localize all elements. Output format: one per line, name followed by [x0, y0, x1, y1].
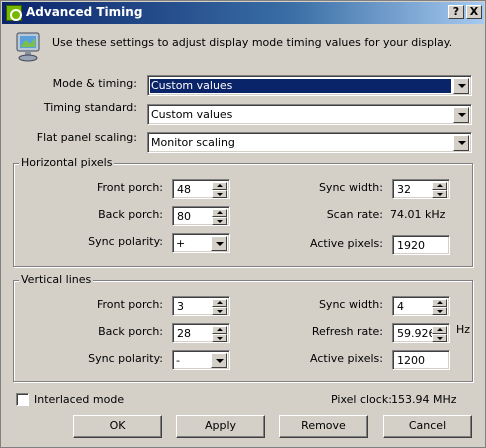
v-active-pixels-label: Active pixels: [310, 352, 383, 365]
v-back-porch-label: Back porch: [98, 325, 163, 338]
v-active-pixels-field[interactable]: 1200 [392, 350, 450, 370]
spin-down-icon[interactable] [432, 307, 447, 315]
spin-up-icon[interactable] [212, 182, 227, 190]
h-back-porch-spinner[interactable]: 80 [172, 206, 230, 226]
chevron-down-icon[interactable] [453, 107, 469, 123]
spin-up-icon[interactable] [432, 299, 447, 307]
apply-button[interactable]: Apply [176, 415, 265, 438]
v-front-porch-spinner[interactable]: 3 [172, 296, 230, 316]
v-back-porch-value: 28 [177, 327, 191, 340]
mode-timing-label: Mode & timing: [52, 77, 137, 90]
chevron-down-icon[interactable] [211, 236, 227, 251]
v-sync-width-label: Sync width: [318, 298, 383, 311]
flat-panel-scaling-label: Flat panel scaling: [36, 131, 137, 144]
pixel-clock-value: 153.94 MHz [391, 393, 457, 406]
spin-down-icon[interactable] [212, 307, 227, 315]
v-sync-polarity-label: Sync polarity: [88, 352, 163, 365]
v-back-porch-spinner[interactable]: 28 [172, 323, 230, 343]
h-sync-width-spinner[interactable]: 32 [392, 179, 450, 199]
spin-down-icon[interactable] [432, 334, 447, 342]
vertical-lines-title: Vertical lines [19, 273, 94, 287]
mode-timing-select[interactable]: Custom values [147, 75, 472, 96]
h-sync-width-label: Sync width: [318, 181, 383, 194]
v-sync-width-spinner[interactable]: 4 [392, 296, 450, 316]
h-front-porch-label: Front porch: [96, 181, 163, 194]
v-refresh-rate-spinner[interactable]: 59.926 [392, 323, 450, 343]
interlaced-checkbox[interactable] [16, 393, 29, 406]
h-active-pixels-field[interactable]: 1920 [392, 235, 450, 255]
v-refresh-rate-value: 59.926 [397, 327, 436, 340]
horizontal-pixels-title: Horizontal pixels [19, 156, 115, 170]
spin-up-icon[interactable] [432, 182, 447, 190]
v-active-pixels-value: 1200 [397, 354, 425, 367]
v-sync-polarity-select[interactable]: - [172, 350, 230, 370]
flat-panel-scaling-value: Monitor scaling [151, 136, 235, 149]
h-sync-width-value: 32 [397, 183, 411, 196]
advanced-timing-dialog: Advanced Timing ? X Use these settings t… [0, 0, 486, 448]
spin-down-icon[interactable] [212, 217, 227, 225]
timing-standard-value: Custom values [151, 108, 233, 121]
nvidia-logo-icon [6, 5, 22, 21]
v-front-porch-label: Front porch: [96, 298, 163, 311]
v-sync-polarity-value: - [176, 354, 180, 367]
spin-up-icon[interactable] [212, 326, 227, 334]
v-refresh-rate-unit: Hz [456, 323, 471, 336]
h-sync-polarity-select[interactable]: + [172, 233, 230, 253]
spin-up-icon[interactable] [212, 299, 227, 307]
flat-panel-scaling-select[interactable]: Monitor scaling [147, 132, 472, 153]
chevron-down-icon[interactable] [453, 135, 469, 151]
v-sync-width-value: 4 [397, 300, 404, 313]
spin-down-icon[interactable] [212, 190, 227, 198]
cancel-button[interactable]: Cancel [383, 415, 472, 438]
remove-button[interactable]: Remove [279, 415, 368, 438]
chevron-down-icon[interactable] [453, 78, 469, 94]
h-scan-rate-value: 74.01 kHz [390, 208, 446, 221]
h-back-porch-value: 80 [177, 210, 191, 223]
h-sync-polarity-value: + [176, 237, 186, 250]
h-active-pixels-value: 1920 [397, 239, 425, 252]
h-front-porch-value: 48 [177, 183, 191, 196]
v-front-porch-value: 3 [177, 300, 184, 313]
ok-button[interactable]: OK [73, 415, 162, 438]
h-scan-rate-label: Scan rate: [326, 208, 383, 221]
spin-down-icon[interactable] [212, 334, 227, 342]
h-sync-polarity-label: Sync polarity: [88, 235, 163, 248]
spin-down-icon[interactable] [432, 190, 447, 198]
timing-standard-select[interactable]: Custom values [147, 104, 472, 125]
h-back-porch-label: Back porch: [98, 208, 163, 221]
chevron-down-icon[interactable] [211, 353, 227, 368]
close-button[interactable]: X [466, 5, 482, 19]
interlaced-label[interactable]: Interlaced mode [34, 393, 124, 407]
spin-up-icon[interactable] [432, 326, 447, 334]
h-active-pixels-label: Active pixels: [310, 237, 383, 250]
title-bar[interactable]: Advanced Timing ? X [2, 2, 484, 24]
h-front-porch-spinner[interactable]: 48 [172, 179, 230, 199]
monitor-icon [16, 32, 40, 62]
spin-up-icon[interactable] [212, 209, 227, 217]
help-button[interactable]: ? [448, 5, 464, 19]
pixel-clock-label: Pixel clock: [331, 393, 392, 406]
window-title: Advanced Timing [26, 5, 143, 19]
intro-text: Use these settings to adjust display mod… [52, 36, 453, 49]
timing-standard-label: Timing standard: [43, 101, 137, 114]
mode-timing-value: Custom values [150, 79, 451, 93]
v-refresh-rate-label: Refresh rate: [311, 325, 383, 338]
